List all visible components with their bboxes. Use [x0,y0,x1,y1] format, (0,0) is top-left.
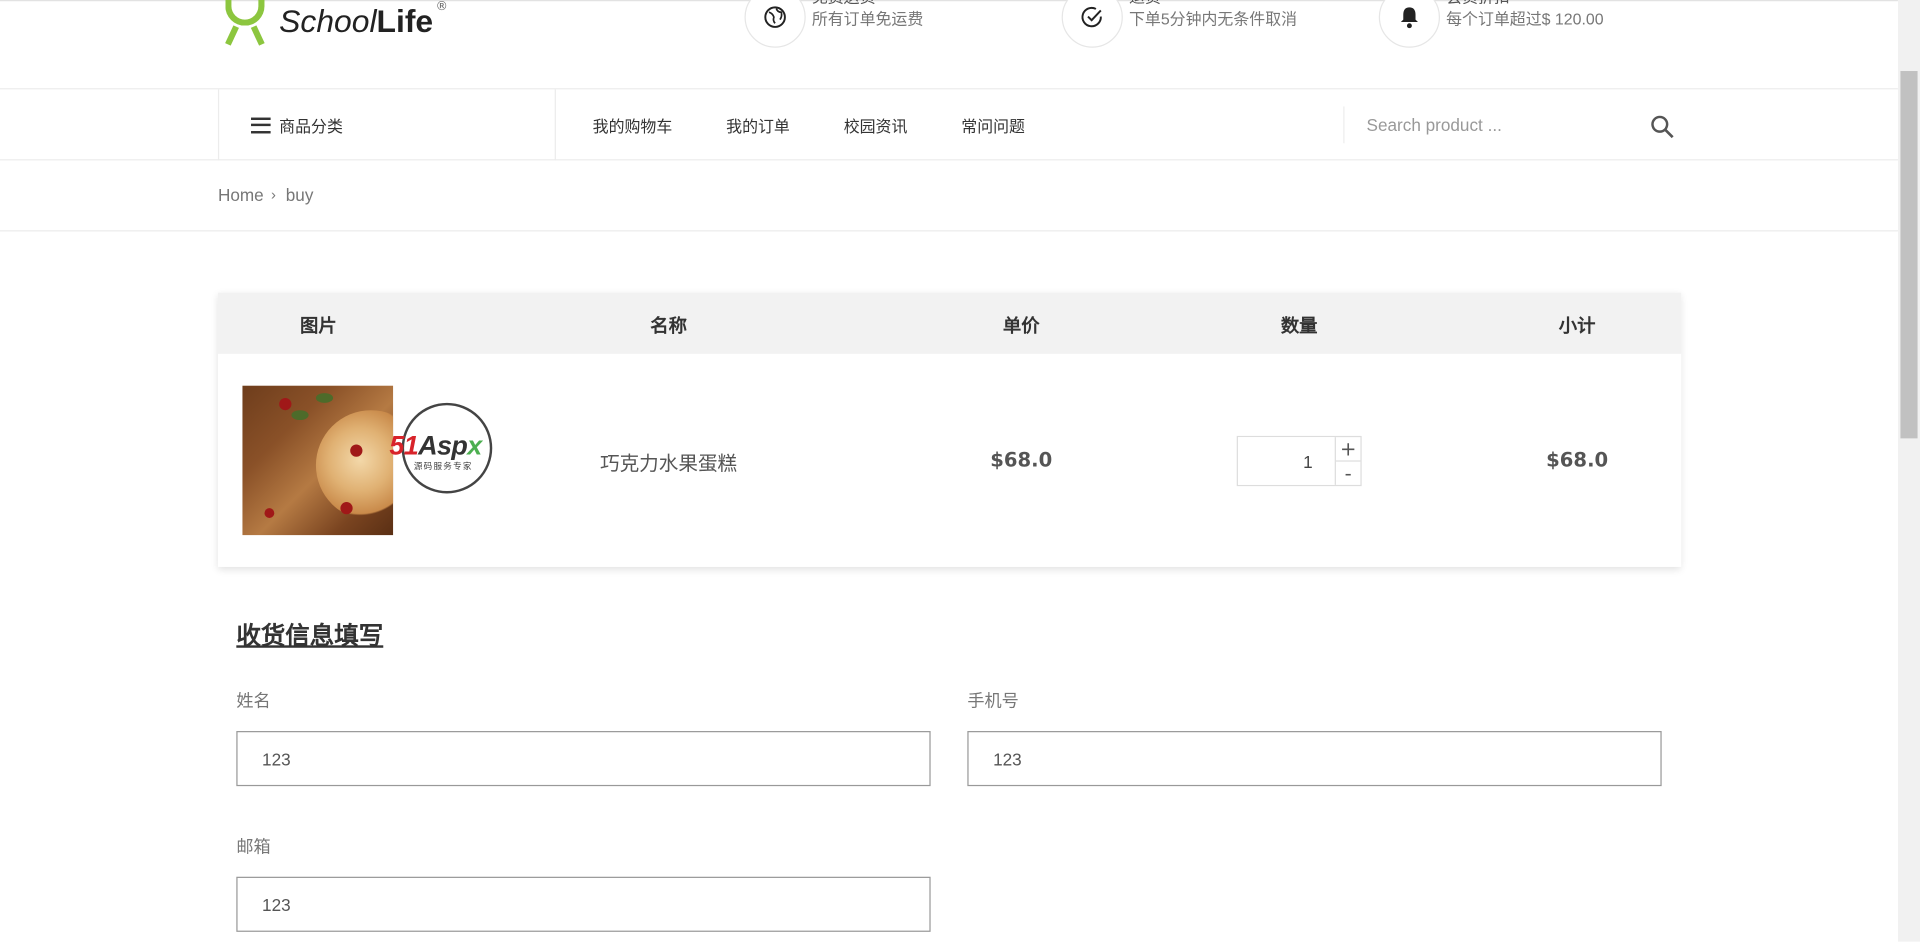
bell-icon [1378,0,1441,48]
cart-table-header: 图片 名称 单价 数量 小计 [217,292,1682,354]
name-label: 姓名 [236,691,271,712]
col-header-name: 名称 [650,314,687,337]
feature-subtitle: 所有订单免运费 [811,9,924,29]
cart-row: 51Aspx 源码服务专家 巧克力水果蛋糕 $68.0 + - $68.0 [218,354,1681,567]
site-logo[interactable]: SchoolLife ® [218,0,448,48]
nav-link-cart[interactable]: 我的购物车 [593,113,673,136]
feature-member-discount: 会员折扣 每个订单超过$ 120.00 [1378,0,1604,48]
increment-button[interactable]: + [1335,437,1361,462]
feature-title: 会员折扣 [1446,0,1603,9]
col-header-subtotal: 小计 [1558,314,1596,337]
logo-registered: ® [435,0,448,13]
quantity-stepper: + - [1236,435,1362,487]
logo-mark-icon [218,0,272,48]
search-box [1343,106,1680,144]
main-nav: 商品分类 我的购物车 我的订单 校园资讯 常问问题 [0,89,1898,161]
check-circle-icon [1061,0,1123,48]
product-price: $68.0 [990,448,1053,472]
email-label: 邮箱 [236,837,271,858]
phone-field[interactable] [967,731,1662,787]
breadcrumb: Home › buy [0,160,1898,232]
breadcrumb-home[interactable]: Home [218,185,264,205]
email-field[interactable] [236,876,931,932]
col-header-quantity: 数量 [1280,314,1318,337]
category-menu-button[interactable]: 商品分类 [217,89,556,161]
feature-returns: 退货 下单5分钟内无条件取消 [1061,0,1298,48]
product-thumbnail[interactable] [242,385,394,536]
product-subtotal: $68.0 [1546,448,1609,472]
nav-links: 我的购物车 我的订单 校园资讯 常问问题 [593,89,1079,160]
breadcrumb-separator: › [271,186,276,204]
name-field[interactable] [236,731,931,787]
decrement-button[interactable]: - [1336,462,1360,485]
scrollbar-thumb[interactable] [1900,71,1918,439]
breadcrumb-current: buy [285,184,314,205]
quantity-input[interactable] [1237,437,1336,485]
nav-link-orders[interactable]: 我的订单 [726,113,790,136]
search-icon[interactable] [1651,115,1674,139]
watermark-logo: 51Aspx 源码服务专家 [389,402,511,494]
nav-link-campus-news[interactable]: 校园资讯 [844,113,908,136]
product-name[interactable]: 巧克力水果蛋糕 [600,447,737,476]
shipping-form-title: 收货信息填写 [236,620,384,651]
search-input[interactable] [1366,115,1636,135]
feature-subtitle: 每个订单超过$ 120.00 [1446,9,1604,29]
cart-table: 图片 名称 单价 数量 小计 51Aspx 源码服务专家 巧克力水果蛋糕 $68… [217,292,1682,567]
logo-text: SchoolLife [279,1,434,39]
globe-icon [744,0,806,48]
feature-free-shipping: 免费送货 所有订单免运费 [744,0,923,48]
page-scrollbar[interactable] [1897,0,1920,942]
feature-title: 退货 [1129,0,1297,9]
feature-title: 免费送货 [812,0,923,9]
feature-subtitle: 下单5分钟内无条件取消 [1128,9,1298,29]
hamburger-icon [251,116,271,133]
phone-label: 手机号 [967,691,1019,712]
top-header: SchoolLife ® 免费送货 所有订单免运费 退货 下单5分钟内无条件取消 [0,0,1898,90]
category-label: 商品分类 [279,116,343,136]
nav-link-faq[interactable]: 常问问题 [961,113,1025,136]
col-header-image: 图片 [299,314,337,337]
col-header-price: 单价 [1002,314,1040,337]
